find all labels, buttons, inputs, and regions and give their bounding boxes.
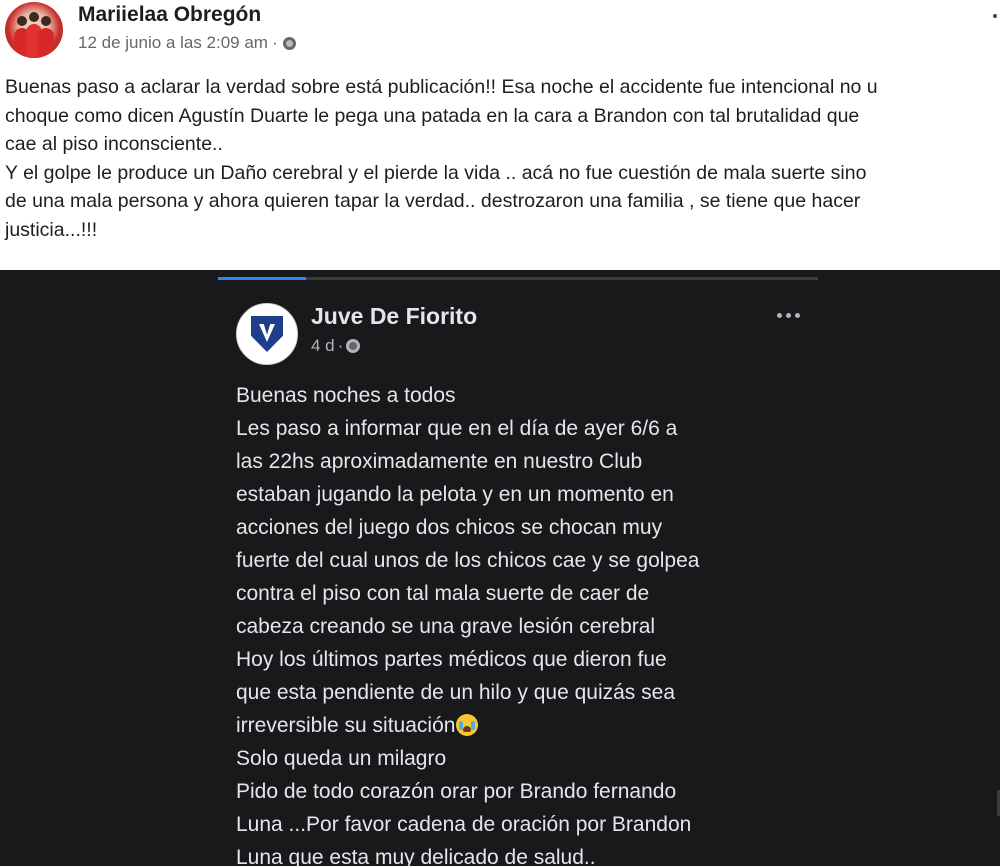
post-text-line-with-emoji: irreversible su situación — [236, 709, 996, 742]
post-text-fragment: irreversible su situación — [236, 714, 456, 737]
more-options-button[interactable] — [768, 306, 808, 324]
post-text-line: Luna ...Por favor cadena de oración por … — [236, 813, 692, 836]
shared-post-meta: 4 d · — [311, 336, 361, 356]
more-options-icon — [794, 312, 800, 318]
more-options-icon — [785, 312, 791, 318]
post-text-line: cabeza creando se una grave lesión cereb… — [236, 615, 656, 638]
post-text-line: acciones del juego dos chicos se chocan … — [236, 516, 663, 539]
post-text-line: fuerte del cual unos de los chicos cae y… — [236, 549, 700, 572]
post-text-line: Les paso a informar que en el día de aye… — [236, 417, 678, 440]
post-text-line: que esta pendiente de un hilo y que quiz… — [236, 681, 676, 704]
post-text-line: Luna que esta muy delicado de salud.. — [236, 846, 596, 866]
author-avatar[interactable] — [5, 2, 63, 58]
post-text-line: Buenas noches a todos — [236, 384, 456, 407]
author-name[interactable]: Mariielaa Obregón — [78, 3, 261, 27]
post-text-line: de una mala persona y ahora quieren tapa… — [5, 190, 861, 212]
globe-icon — [346, 339, 361, 353]
more-options-icon — [776, 312, 782, 318]
shared-author-name[interactable]: Juve De Fiorito — [311, 303, 477, 330]
post-text-line: choque como dicen Agustín Duarte le pega… — [5, 104, 860, 127]
avatar-figure — [38, 28, 54, 58]
club-avatar[interactable] — [236, 303, 298, 365]
globe-icon — [282, 36, 296, 50]
meta-separator: · — [271, 33, 278, 52]
post-text-line: Buenas paso a aclarar la verdad sobre es… — [5, 76, 878, 98]
avatar-head — [17, 16, 27, 26]
crying-face-emoji-icon — [456, 714, 479, 736]
shared-post-screenshot[interactable]: Juve De Fiorito 4 d · Buenas noches a to… — [0, 270, 1000, 866]
post-timestamp[interactable]: 12 de junio a las 2:09 am — [78, 33, 268, 53]
post-text-line: cae al piso inconsciente.. — [5, 133, 223, 155]
post-text-line: justicia...!!! — [5, 218, 98, 241]
post-text-line: Solo queda un milagro — [236, 747, 447, 770]
post-text-line: Y el golpe le produce un Daño cerebral y… — [5, 161, 867, 184]
progress-segment-active — [218, 277, 306, 280]
post-meta: 12 de junio a las 2:09 am · — [78, 33, 296, 53]
more-options-icon[interactable] — [993, 14, 997, 18]
post-text-line: Hoy los últimos partes médicos que diero… — [236, 648, 667, 671]
meta-separator: · — [337, 336, 344, 355]
shared-post-timestamp[interactable]: 4 d — [311, 336, 335, 356]
post-text-line: contra el piso con tal mala suerte de ca… — [236, 582, 650, 605]
post-text-line: estaban jugando la pelota y en un moment… — [236, 483, 674, 506]
shared-post-text: Buenas noches a todos Les paso a informa… — [236, 379, 996, 866]
outer-post-header: Mariielaa Obregón 12 de junio a las 2:09… — [0, 0, 1000, 62]
story-progress-bar — [218, 277, 818, 280]
outer-post-text: Buenas paso a aclarar la verdad sobre es… — [5, 73, 1000, 244]
avatar-head — [41, 16, 51, 26]
club-crest-icon — [251, 316, 283, 352]
avatar-head — [29, 12, 39, 22]
post-text-line: Pido de todo corazón orar por Brando fer… — [236, 780, 677, 803]
post-text-line: las 22hs aproximadamente en nuestro Club — [236, 450, 643, 473]
